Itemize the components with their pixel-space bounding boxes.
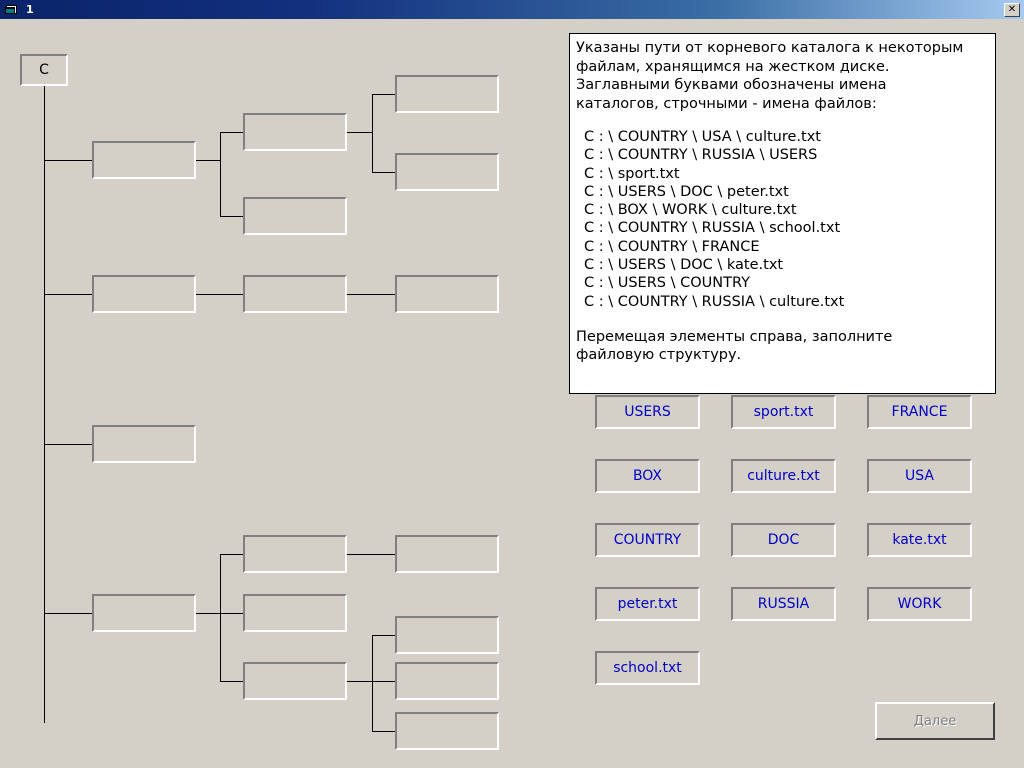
next-button[interactable]: Далее xyxy=(875,702,995,740)
path-line: C : \ COUNTRY \ RUSSIA \ culture.txt xyxy=(584,293,845,310)
tree-edge xyxy=(372,635,395,636)
item-button[interactable]: DOC xyxy=(731,523,836,557)
item-button[interactable]: USA xyxy=(867,459,972,493)
path-line: C : \ COUNTRY \ RUSSIA \ USERS xyxy=(584,147,818,164)
tree-edge xyxy=(196,613,220,614)
title-bar: 1 ✕ xyxy=(0,0,1024,19)
item-button[interactable]: BOX xyxy=(595,459,700,493)
item-button[interactable]: school.txt xyxy=(595,651,700,685)
tree-node-slot[interactable] xyxy=(243,535,347,573)
tree-edge xyxy=(220,554,243,555)
close-icon[interactable]: ✕ xyxy=(1004,2,1020,17)
path-line: C : \ BOX \ WORK \ culture.txt xyxy=(584,202,797,219)
draggable-items-palette: USERS sport.txt FRANCE BOX culture.txt USA COU… xyxy=(595,395,995,695)
tree-edge xyxy=(372,635,373,731)
task-outro-text: Перемещая элементы справа, заполните фай… xyxy=(576,328,893,364)
path-line: C : \ USERS \ COUNTRY xyxy=(584,275,750,292)
tree-edge xyxy=(44,160,92,161)
item-button[interactable]: WORK xyxy=(867,587,972,621)
tree-trunk xyxy=(44,86,45,723)
tree-node-slot[interactable] xyxy=(395,535,499,573)
tree-node-slot[interactable] xyxy=(395,662,499,700)
tree-node-slot[interactable] xyxy=(395,712,499,750)
path-line: C : \ COUNTRY \ USA \ culture.txt xyxy=(584,129,821,145)
item-button[interactable]: USERS xyxy=(595,395,700,429)
item-button[interactable]: RUSSIA xyxy=(731,587,836,621)
tree-edge xyxy=(372,94,395,95)
tree-node-slot[interactable] xyxy=(92,141,196,179)
path-list: C : \ COUNTRY \ USA \ culture.txt C : \ C… xyxy=(576,128,989,311)
tree-edge xyxy=(220,681,243,682)
tree-edge xyxy=(196,160,220,161)
tree-edge xyxy=(220,132,243,133)
tree-node-slot[interactable] xyxy=(243,113,347,151)
tree-node-slot[interactable] xyxy=(243,197,347,235)
tree-edge xyxy=(220,132,221,216)
item-button[interactable]: culture.txt xyxy=(731,459,836,493)
client-area: C Указаны пути от корневого каталога к н… xyxy=(0,19,1024,768)
path-line: C : \ sport.txt xyxy=(584,165,680,182)
tree-edge xyxy=(347,132,372,133)
path-line: C : \ USERS \ DOC \ kate.txt xyxy=(584,257,784,274)
tree-node-slot[interactable] xyxy=(395,275,499,313)
tree-edge xyxy=(372,94,373,172)
application-window: 1 ✕ C Указаны пути от корневого каталога… xyxy=(0,0,1024,768)
task-description-panel: Указаны пути от корневого каталога к нек… xyxy=(569,33,996,394)
tree-node-slot[interactable] xyxy=(395,75,499,113)
path-line: C : \ COUNTRY \ FRANCE xyxy=(584,238,760,255)
tree-edge xyxy=(372,681,395,682)
tree-node-slot[interactable] xyxy=(243,662,347,700)
tree-edge xyxy=(347,681,372,682)
window-folder-icon xyxy=(4,2,20,18)
item-button[interactable]: peter.txt xyxy=(595,587,700,621)
tree-edge xyxy=(44,294,92,295)
tree-edge xyxy=(44,613,92,614)
path-line: C : \ COUNTRY \ RUSSIA \ school.txt xyxy=(584,220,841,237)
tree-edge xyxy=(347,554,395,555)
tree-node-slot[interactable] xyxy=(92,275,196,313)
tree-node-slot[interactable] xyxy=(243,594,347,632)
tree-edge xyxy=(44,444,92,445)
task-intro-text: Указаны пути от корневого каталога к нек… xyxy=(576,40,964,112)
tree-node-slot[interactable] xyxy=(243,275,347,313)
tree-node-slot[interactable] xyxy=(92,425,196,463)
tree-edge xyxy=(220,554,221,681)
tree-node-slot[interactable] xyxy=(395,616,499,654)
path-line: C : \ USERS \ DOC \ peter.txt xyxy=(584,183,789,200)
tree-edge xyxy=(220,216,243,217)
tree-edge xyxy=(220,613,243,614)
tree-node-slot[interactable] xyxy=(395,153,499,191)
item-button[interactable]: COUNTRY xyxy=(595,523,700,557)
tree-edge xyxy=(372,731,395,732)
tree-node-root[interactable]: C xyxy=(20,54,68,86)
tree-node-slot[interactable] xyxy=(92,594,196,632)
file-structure-tree: C xyxy=(0,19,560,768)
tree-edge xyxy=(347,294,395,295)
window-title: 1 xyxy=(26,3,34,16)
tree-edge xyxy=(372,172,395,173)
item-button[interactable]: FRANCE xyxy=(867,395,972,429)
item-button[interactable]: kate.txt xyxy=(867,523,972,557)
item-button[interactable]: sport.txt xyxy=(731,395,836,429)
tree-edge xyxy=(196,294,243,295)
